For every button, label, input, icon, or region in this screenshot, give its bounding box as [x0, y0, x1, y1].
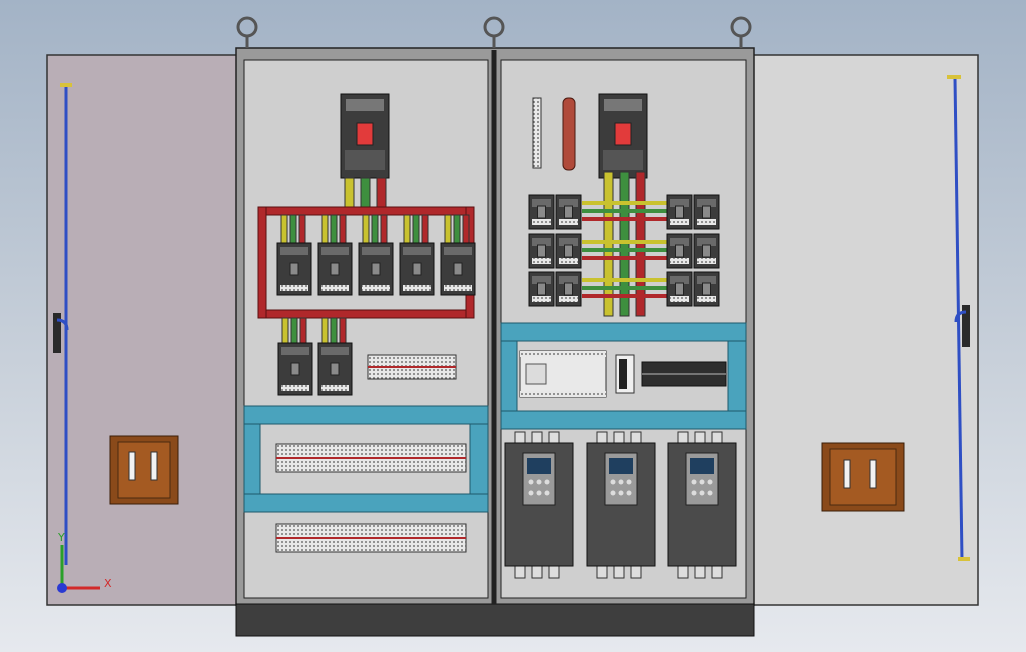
left-terminal-row: [275, 523, 467, 553]
branch-breaker: [276, 242, 312, 296]
branch-breaker: [693, 194, 720, 230]
branch-breaker: [528, 194, 555, 230]
left-terminal-row: [275, 443, 467, 473]
electrical-cabinet-drawing: Y X: [46, 16, 979, 637]
power-supply: [615, 354, 635, 394]
right-door[interactable]: [750, 54, 979, 606]
branch-breaker: [666, 271, 693, 307]
plc-unit: [519, 350, 607, 398]
branch-breaker: [528, 271, 555, 307]
branch-breaker: [693, 271, 720, 307]
branch-breaker: [317, 242, 353, 296]
left-handle-box: [109, 435, 179, 505]
pe-terminal-bar: [532, 97, 542, 169]
y-axis-label: Y: [57, 531, 65, 544]
frequency-inverter: [504, 431, 574, 579]
branch-breaker: [440, 242, 476, 296]
branch-breaker: [555, 233, 582, 269]
x-axis-label: X: [104, 577, 112, 590]
branch-breaker: [555, 271, 582, 307]
left-main-breaker: [340, 93, 390, 179]
branch-breaker: [666, 233, 693, 269]
frequency-inverter: [667, 431, 737, 579]
frequency-inverter: [586, 431, 656, 579]
branch-breaker: [555, 194, 582, 230]
right-branch-breakers: [528, 194, 720, 307]
right-handle-box: [821, 442, 905, 512]
branch-breaker: [277, 342, 313, 396]
branch-breaker: [528, 233, 555, 269]
plinth: [235, 603, 755, 637]
branch-breaker: [358, 242, 394, 296]
right-terminal-row: [641, 361, 727, 387]
right-main-breaker: [598, 93, 648, 179]
n-busbar: [562, 97, 576, 171]
lifting-eye-icon: [236, 16, 258, 48]
lifting-eye-icon: [483, 16, 505, 48]
left-small-terminal-strip: [367, 354, 457, 380]
frequency-inverters: [504, 431, 737, 579]
left-door[interactable]: [46, 54, 240, 606]
lifting-eye-icon: [730, 16, 752, 48]
branch-breaker: [317, 342, 353, 396]
branch-breaker: [666, 194, 693, 230]
branch-breaker: [693, 233, 720, 269]
branch-breaker: [399, 242, 435, 296]
